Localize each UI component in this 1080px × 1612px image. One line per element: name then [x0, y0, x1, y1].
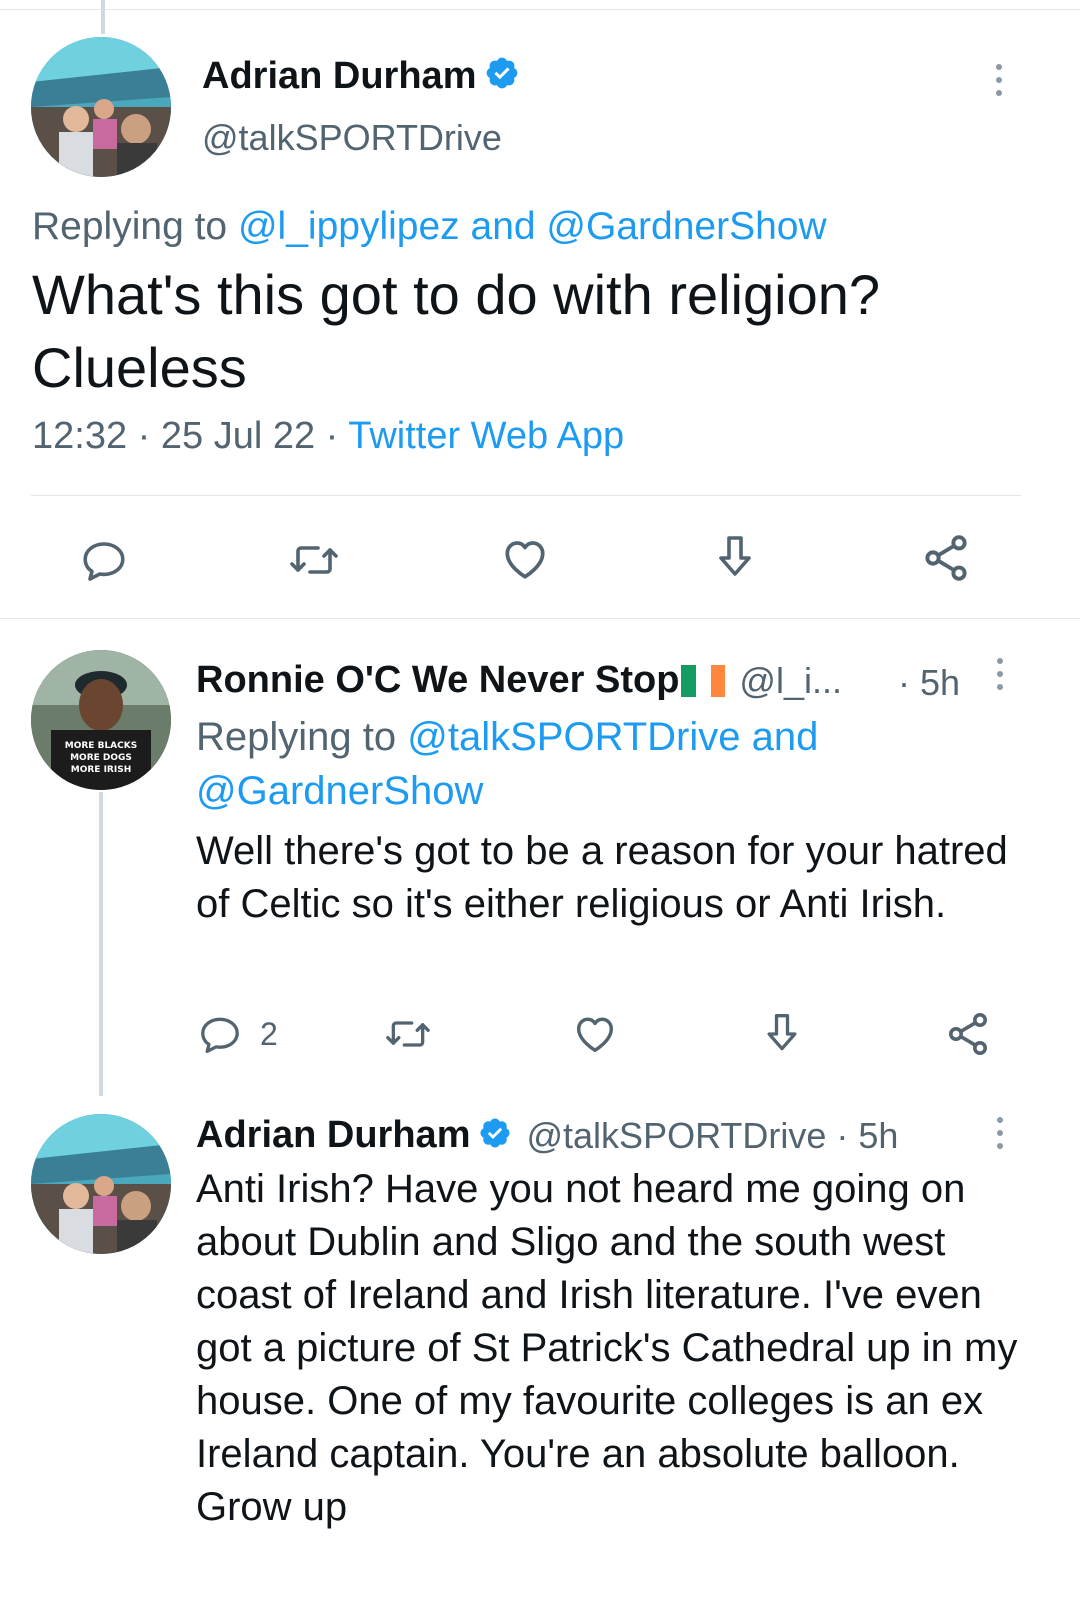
thread-connector-top [101, 0, 105, 34]
reply1-replying-to: Replying to @talkSPORTDrive and @Gardner… [196, 710, 1036, 818]
more-options-icon[interactable] [994, 64, 1004, 103]
shirt-text-2: MORE DOGS [70, 753, 132, 763]
download-button[interactable] [711, 532, 759, 584]
reply2-age[interactable]: · 5h [836, 1115, 898, 1157]
verified-badge-icon [484, 55, 520, 101]
retweet-icon [386, 1021, 430, 1047]
replying-to-label: Replying to [196, 715, 397, 759]
avatar-photo-icon [31, 1114, 171, 1254]
replying-to-line: Replying to @l_ippylipez and @GardnerSho… [32, 205, 827, 249]
reply1-author-handle[interactable]: @l_i... [739, 660, 842, 702]
reply-button[interactable]: 2 [198, 1012, 278, 1056]
share-nodes-icon [949, 1013, 987, 1055]
meta-divider [31, 495, 1021, 496]
share-button[interactable] [944, 1010, 992, 1058]
reply2-author-handle[interactable]: @talkSPORTDrive [526, 1115, 826, 1157]
retweet-button[interactable] [384, 1012, 432, 1056]
reply2-header: Adrian Durham @talkSPORTDrive · 5h [196, 1114, 898, 1157]
author-avatar[interactable] [31, 37, 171, 177]
reply1-author-name[interactable]: Ronnie O'C We Never Stop [196, 659, 679, 702]
retweet-icon [290, 546, 338, 574]
reply-count: 2 [260, 1015, 278, 1052]
ireland-flag-icon [681, 664, 726, 697]
retweet-button[interactable] [288, 536, 340, 584]
meta-separator: · [325, 415, 339, 457]
speech-bubble-icon [201, 1017, 239, 1054]
more-options-icon[interactable] [995, 658, 1005, 697]
tweet-text: What's this got to do with religion? Clu… [32, 263, 881, 399]
reply1-text: Well there's got to be a reason for your… [196, 829, 1008, 926]
tweet-meta: 12:32 · 25 Jul 22 · Twitter Web App [32, 415, 624, 458]
author-name-row[interactable]: Adrian Durham [202, 55, 520, 101]
replying-to-users-link-2[interactable]: @GardnerShow [196, 764, 1036, 818]
share-button[interactable] [920, 532, 972, 584]
reply2-avatar[interactable] [31, 1114, 171, 1254]
share-nodes-icon [925, 535, 967, 581]
avatar-photo-icon [31, 37, 171, 177]
verified-badge-icon [478, 1116, 512, 1155]
meta-separator: · [137, 415, 151, 457]
tweet-time[interactable]: 12:32 [32, 415, 127, 457]
avatar-photo-icon: MORE BLACKS MORE DOGS MORE IRISH [31, 650, 171, 790]
shirt-text-3: MORE IRISH [71, 765, 131, 775]
thread-connector [99, 792, 103, 1096]
replying-to-users-link[interactable]: @talkSPORTDrive and [407, 715, 818, 759]
reply1-header: Ronnie O'C We Never Stop @l_i... [196, 659, 842, 702]
replying-to-users-link[interactable]: @l_ippylipez and @GardnerShow [238, 205, 827, 248]
more-options-icon[interactable] [995, 1117, 1005, 1156]
download-arrow-icon [719, 536, 751, 576]
download-arrow-icon [767, 1014, 797, 1051]
reply1-age[interactable]: · 5h [898, 662, 960, 704]
reply-button[interactable] [80, 536, 128, 584]
author-handle[interactable]: @talkSPORTDrive [202, 117, 502, 159]
tweet-source-link[interactable]: Twitter Web App [348, 415, 624, 457]
top-divider [0, 9, 1080, 10]
like-button[interactable] [572, 1011, 618, 1057]
reply2-author-name[interactable]: Adrian Durham [196, 1114, 470, 1157]
replying-to-label: Replying to [32, 205, 228, 248]
author-name[interactable]: Adrian Durham [202, 55, 476, 97]
like-button[interactable] [500, 534, 550, 584]
speech-bubble-icon [83, 542, 125, 581]
shirt-text-1: MORE BLACKS [65, 741, 137, 751]
tweet-date[interactable]: 25 Jul 22 [161, 415, 315, 457]
tweet-divider [0, 618, 1080, 619]
reply1-avatar[interactable]: MORE BLACKS MORE DOGS MORE IRISH [31, 650, 171, 790]
download-button[interactable] [760, 1010, 804, 1058]
heart-icon [505, 541, 545, 579]
heart-icon [576, 1017, 614, 1053]
reply2-text: Anti Irish? Have you not heard me going … [196, 1167, 1018, 1529]
